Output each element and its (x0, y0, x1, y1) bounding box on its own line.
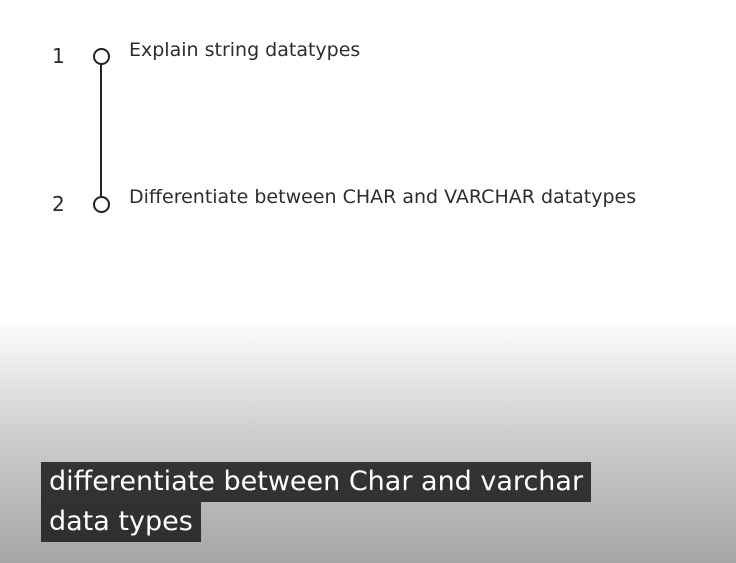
step-node-1-icon (93, 48, 110, 65)
video-frame[interactable]: 1 Explain string datatypes 2 Differentia… (0, 0, 736, 563)
step-number-2: 2 (52, 192, 65, 216)
caption-line-2: data types (41, 502, 201, 542)
caption-line-1: differentiate between Char and varchar (41, 462, 592, 502)
step-connector-line (100, 64, 102, 196)
subtitle-caption: differentiate between Char and varchar d… (41, 462, 641, 542)
step-label-1: Explain string datatypes (129, 39, 361, 61)
step-label-2: Differentiate between CHAR and VARCHAR d… (129, 186, 637, 208)
step-number-1: 1 (52, 44, 65, 68)
step-node-2-icon (93, 196, 110, 213)
